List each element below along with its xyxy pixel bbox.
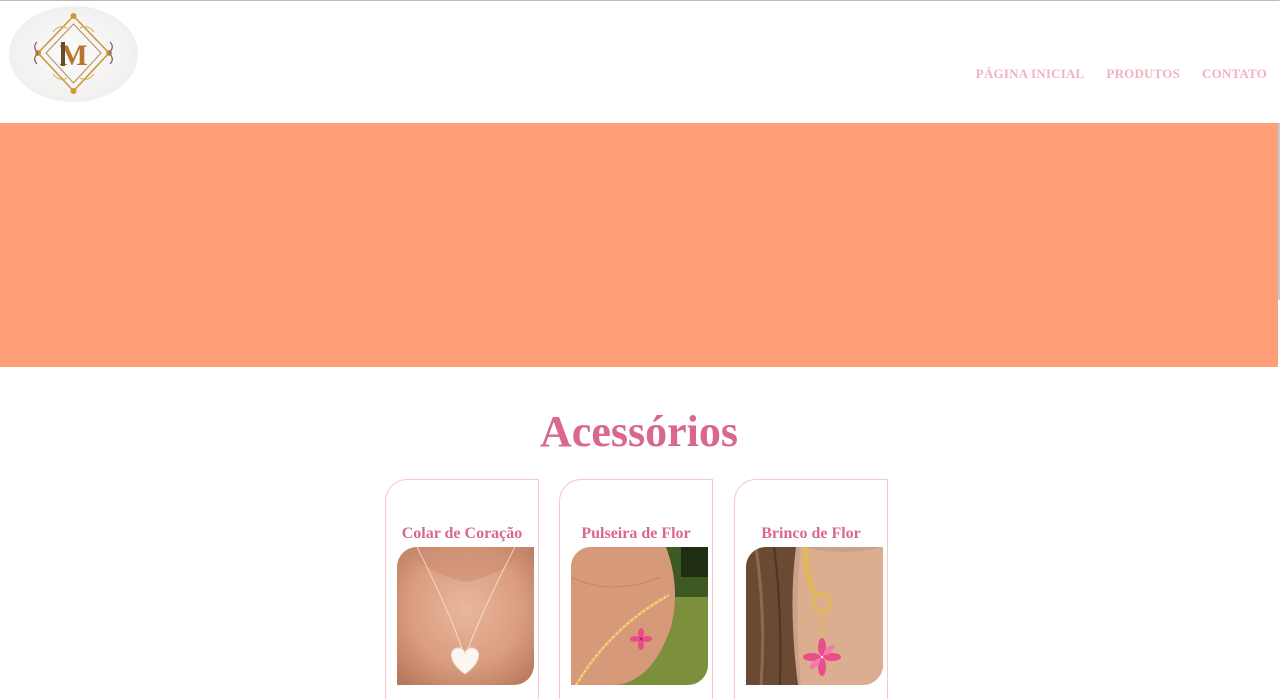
main-nav: PÁGINA INICIAL PRODUTOS CONTATO (976, 66, 1267, 82)
product-name: Brinco de Flor (761, 525, 861, 542)
nav-link-contact[interactable]: CONTATO (1202, 66, 1267, 82)
product-name: Colar de Coração (401, 525, 523, 542)
nav-link-products[interactable]: PRODUTOS (1106, 66, 1180, 82)
site-header: M PÁGINA INICIAL PRODUTOS CONTATO (0, 1, 1280, 123)
monogram-logo-icon[interactable]: M (9, 6, 138, 102)
product-card[interactable]: Pulseira de Flor (559, 479, 713, 699)
product-card[interactable]: Colar de Coração (385, 479, 539, 699)
nav-link-home[interactable]: PÁGINA INICIAL (976, 66, 1085, 82)
hero-banner (0, 123, 1278, 367)
product-name: Pulseira de Flor (581, 525, 691, 542)
flower-bracelet-image[interactable] (571, 547, 708, 685)
section-title: Acessórios (540, 407, 738, 456)
logo-emblem: M (34, 13, 113, 94)
heart-necklace-image[interactable] (397, 547, 534, 685)
product-card[interactable]: Brinco de Flor (734, 479, 888, 699)
flower-earring-image[interactable] (746, 547, 883, 685)
